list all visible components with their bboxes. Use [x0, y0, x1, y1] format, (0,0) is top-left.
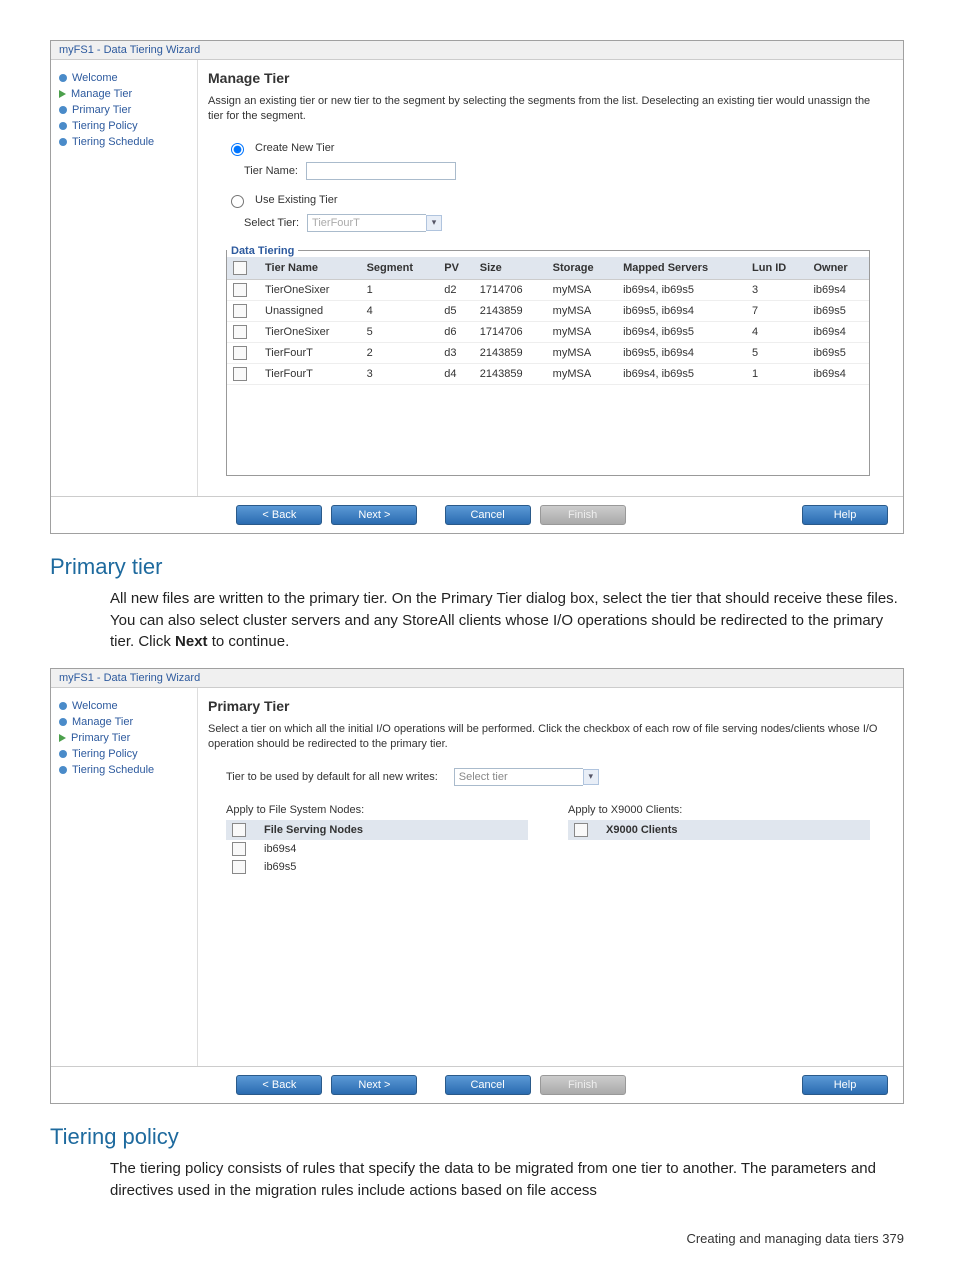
- manage-tier-wizard: myFS1 - Data Tiering Wizard WelcomeManag…: [50, 40, 904, 534]
- data-tiering-legend: Data Tiering: [227, 245, 298, 257]
- default-tier-label: Tier to be used by default for all new w…: [226, 771, 438, 783]
- tiering-policy-heading: Tiering policy: [50, 1124, 904, 1150]
- nav-item-manage-tier[interactable]: Manage Tier: [59, 714, 189, 730]
- nav-item-tiering-policy[interactable]: Tiering Policy: [59, 746, 189, 762]
- row-checkbox[interactable]: [233, 283, 247, 297]
- table-row[interactable]: TierFourT3d42143859myMSAib69s4, ib69s51i…: [227, 363, 869, 384]
- nav-item-welcome[interactable]: Welcome: [59, 698, 189, 714]
- back-button[interactable]: < Back: [236, 1075, 322, 1095]
- wizard-nav: WelcomeManage TierPrimary TierTiering Po…: [51, 688, 197, 1066]
- data-tiering-table: Tier NameSegmentPVSizeStorageMapped Serv…: [227, 257, 869, 385]
- nav-item-tiering-policy[interactable]: Tiering Policy: [59, 118, 189, 134]
- bullet-icon: [59, 718, 67, 726]
- select-all-checkbox[interactable]: [574, 823, 588, 837]
- table-row[interactable]: ib69s5: [226, 858, 528, 876]
- bullet-icon: [59, 106, 67, 114]
- help-button[interactable]: Help: [802, 1075, 888, 1095]
- wizard-footer: < Back Next > Cancel Finish Help: [51, 496, 903, 533]
- tier-name-label: Tier Name:: [244, 165, 298, 177]
- wizard-title: myFS1 - Data Tiering Wizard: [51, 41, 903, 60]
- panel-description: Select a tier on which all the initial I…: [208, 722, 888, 753]
- table-row[interactable]: TierOneSixer5d61714706myMSAib69s4, ib69s…: [227, 321, 869, 342]
- wizard-nav: WelcomeManage TierPrimary TierTiering Po…: [51, 60, 197, 496]
- finish-button: Finish: [540, 1075, 626, 1095]
- next-button[interactable]: Next >: [331, 1075, 417, 1095]
- nav-item-manage-tier[interactable]: Manage Tier: [59, 86, 189, 102]
- bullet-icon: [59, 122, 67, 130]
- wizard-title: myFS1 - Data Tiering Wizard: [51, 669, 903, 688]
- tier-name-input[interactable]: [306, 162, 456, 180]
- chevron-down-icon[interactable]: ▾: [426, 215, 442, 231]
- row-checkbox[interactable]: [232, 842, 246, 856]
- select-tier-label: Select Tier:: [244, 217, 299, 229]
- bullet-icon: [59, 750, 67, 758]
- back-button[interactable]: < Back: [236, 505, 322, 525]
- select-all-checkbox[interactable]: [232, 823, 246, 837]
- help-button[interactable]: Help: [802, 505, 888, 525]
- default-tier-dropdown[interactable]: [454, 768, 583, 786]
- create-new-tier-radio[interactable]: [231, 143, 244, 156]
- table-row[interactable]: Unassigned4d52143859myMSAib69s5, ib69s47…: [227, 300, 869, 321]
- apply-x9000-label: Apply to X9000 Clients:: [568, 804, 870, 816]
- bullet-icon: [59, 138, 67, 146]
- row-checkbox[interactable]: [233, 304, 247, 318]
- table-row[interactable]: TierFourT2d32143859myMSAib69s5, ib69s45i…: [227, 342, 869, 363]
- page-footer: Creating and managing data tiers 379: [50, 1231, 904, 1246]
- wizard-footer: < Back Next > Cancel Finish Help: [51, 1066, 903, 1103]
- next-button[interactable]: Next >: [331, 505, 417, 525]
- nav-item-tiering-schedule[interactable]: Tiering Schedule: [59, 762, 189, 778]
- row-checkbox[interactable]: [233, 325, 247, 339]
- select-all-checkbox[interactable]: [233, 261, 247, 275]
- create-new-tier-label: Create New Tier: [255, 142, 334, 154]
- arrow-right-icon: [59, 734, 66, 742]
- row-checkbox[interactable]: [233, 346, 247, 360]
- nav-item-welcome[interactable]: Welcome: [59, 70, 189, 86]
- row-checkbox[interactable]: [232, 860, 246, 874]
- arrow-right-icon: [59, 90, 66, 98]
- panel-description: Assign an existing tier or new tier to t…: [208, 94, 888, 125]
- bullet-icon: [59, 74, 67, 82]
- chevron-down-icon[interactable]: ▾: [583, 769, 599, 785]
- nav-item-tiering-schedule[interactable]: Tiering Schedule: [59, 134, 189, 150]
- nav-item-primary-tier[interactable]: Primary Tier: [59, 730, 189, 746]
- x9000-clients-table: X9000 Clients: [568, 820, 870, 840]
- tiering-policy-paragraph: The tiering policy consists of rules tha…: [110, 1158, 904, 1202]
- bullet-icon: [59, 766, 67, 774]
- table-row[interactable]: ib69s4: [226, 840, 528, 858]
- finish-button: Finish: [540, 505, 626, 525]
- use-existing-tier-radio[interactable]: [231, 195, 244, 208]
- cancel-button[interactable]: Cancel: [445, 1075, 531, 1095]
- primary-tier-heading: Primary tier: [50, 554, 904, 580]
- table-row[interactable]: TierOneSixer1d21714706myMSAib69s4, ib69s…: [227, 279, 869, 300]
- panel-heading: Manage Tier: [208, 70, 888, 86]
- file-serving-nodes-table: File Serving Nodes ib69s4ib69s5: [226, 820, 528, 876]
- cancel-button[interactable]: Cancel: [445, 505, 531, 525]
- bullet-icon: [59, 702, 67, 710]
- primary-tier-paragraph: All new files are written to the primary…: [110, 588, 904, 653]
- primary-tier-wizard: myFS1 - Data Tiering Wizard WelcomeManag…: [50, 668, 904, 1104]
- use-existing-tier-label: Use Existing Tier: [255, 194, 338, 206]
- nav-item-primary-tier[interactable]: Primary Tier: [59, 102, 189, 118]
- select-tier-dropdown[interactable]: [307, 214, 426, 232]
- apply-fs-nodes-label: Apply to File System Nodes:: [226, 804, 528, 816]
- row-checkbox[interactable]: [233, 367, 247, 381]
- panel-heading: Primary Tier: [208, 698, 888, 714]
